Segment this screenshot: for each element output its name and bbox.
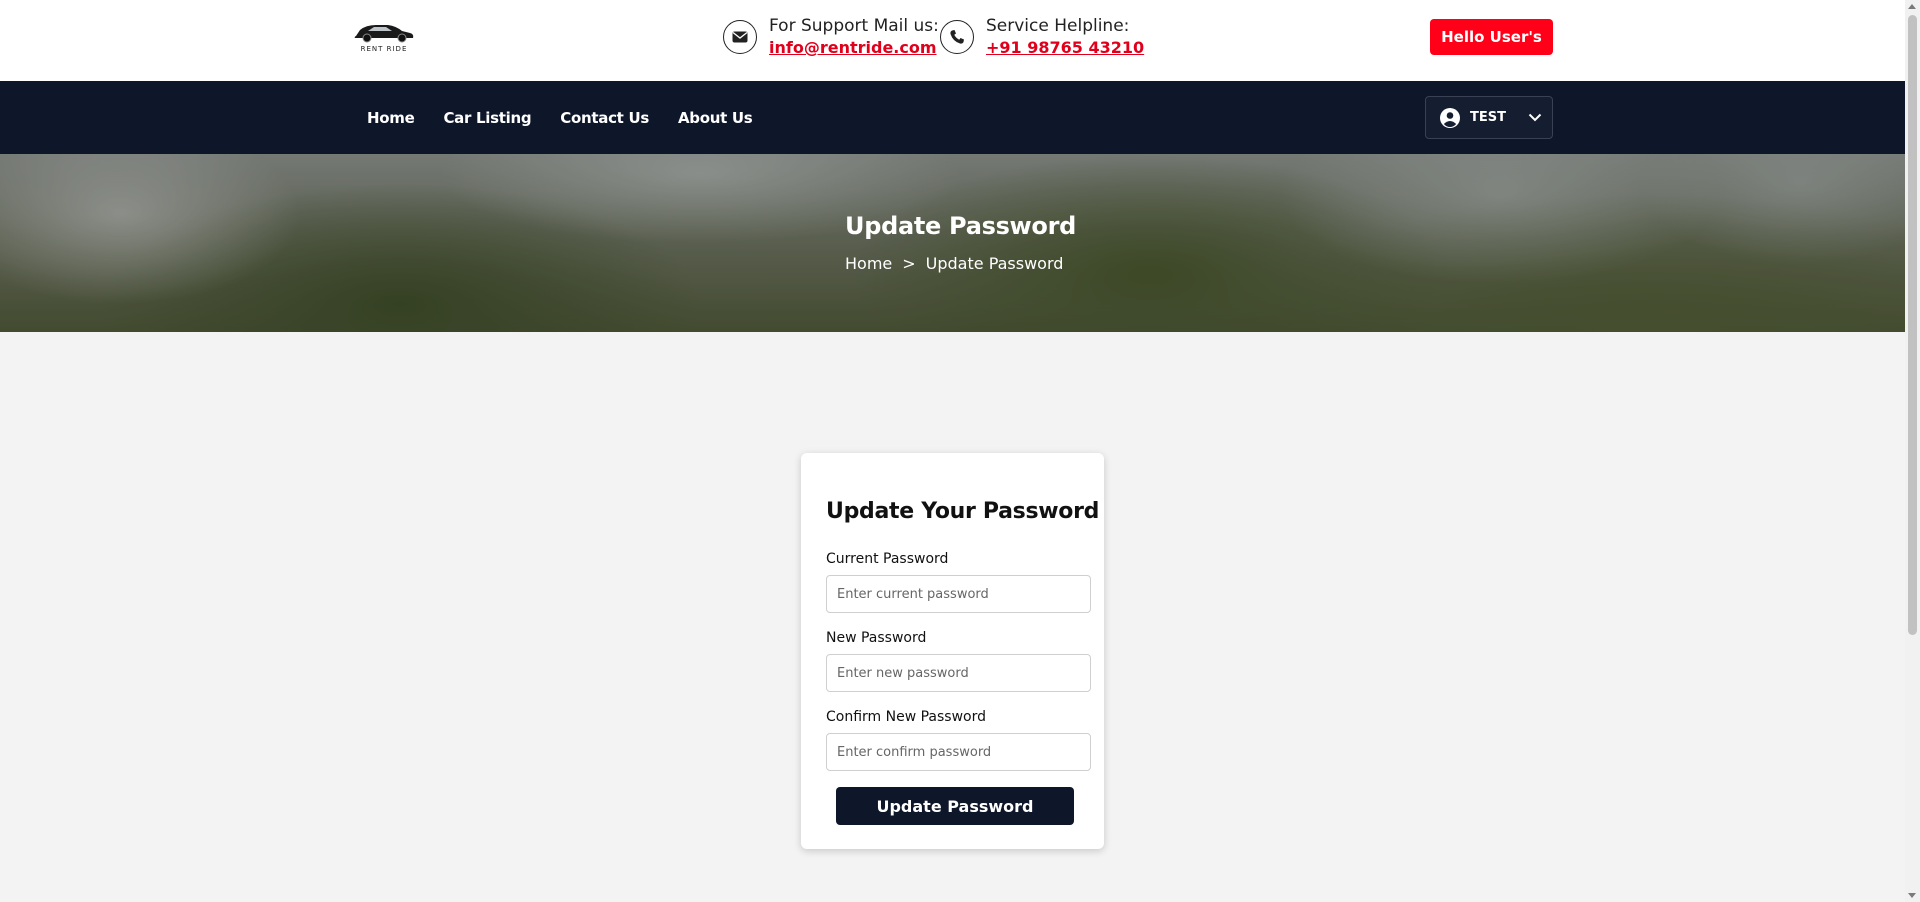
service-helpline: Service Helpline: +91 98765 43210: [940, 16, 1144, 60]
update-password-card: Update Your Password Current Password Ne…: [801, 453, 1104, 849]
breadcrumb-current: Update Password: [925, 254, 1064, 273]
breadcrumb-home[interactable]: Home: [845, 254, 892, 273]
user-name: TEST: [1470, 110, 1506, 125]
current-password-label: Current Password: [826, 551, 949, 567]
confirm-password-input[interactable]: [826, 733, 1091, 771]
logo-text: RENT RIDE: [360, 45, 408, 53]
page-banner: Update Password Home > Update Password: [0, 154, 1905, 332]
current-password-input[interactable]: [826, 575, 1091, 613]
update-password-button[interactable]: Update Password: [836, 787, 1074, 825]
car-logo-icon: [354, 25, 414, 43]
nav-about-us[interactable]: About Us: [678, 109, 753, 127]
phone-icon: [940, 20, 974, 54]
new-password-input[interactable]: [826, 654, 1091, 692]
main-navbar: Home Car Listing Contact Us About Us TES…: [0, 81, 1905, 154]
form-title: Update Your Password: [826, 499, 1100, 524]
support-mail: For Support Mail us: info@rentride.com: [723, 16, 939, 60]
scroll-up-arrow-icon[interactable]: [1908, 4, 1916, 9]
helpline-label: Service Helpline:: [986, 16, 1130, 36]
envelope-icon: [723, 20, 757, 54]
nav-car-listing[interactable]: Car Listing: [443, 109, 531, 127]
helpline-number-link[interactable]: +91 98765 43210: [986, 36, 1144, 60]
top-header: RENT RIDE For Support Mail us: info@rent…: [0, 0, 1905, 81]
page-scrollbar[interactable]: [1905, 0, 1920, 902]
hello-user-button[interactable]: Hello User's: [1430, 19, 1553, 55]
chevron-down-icon: [1528, 113, 1542, 122]
user-circle-icon: [1440, 107, 1460, 128]
breadcrumb: Home > Update Password: [845, 254, 1063, 273]
support-email-link[interactable]: info@rentride.com: [769, 36, 939, 60]
new-password-label: New Password: [826, 630, 927, 646]
breadcrumb-separator: >: [902, 254, 916, 273]
nav-links: Home Car Listing Contact Us About Us: [367, 81, 781, 154]
confirm-password-label: Confirm New Password: [826, 709, 987, 725]
scroll-down-arrow-icon[interactable]: [1908, 893, 1916, 898]
banner-overlay: [0, 154, 1905, 332]
user-dropdown[interactable]: TEST: [1425, 96, 1553, 139]
brand-logo[interactable]: RENT RIDE: [352, 20, 416, 54]
nav-contact-us[interactable]: Contact Us: [560, 109, 649, 127]
nav-home[interactable]: Home: [367, 109, 415, 127]
scroll-thumb[interactable]: [1908, 15, 1917, 635]
support-label: For Support Mail us:: [769, 16, 939, 36]
page-title: Update Password: [845, 212, 1077, 240]
